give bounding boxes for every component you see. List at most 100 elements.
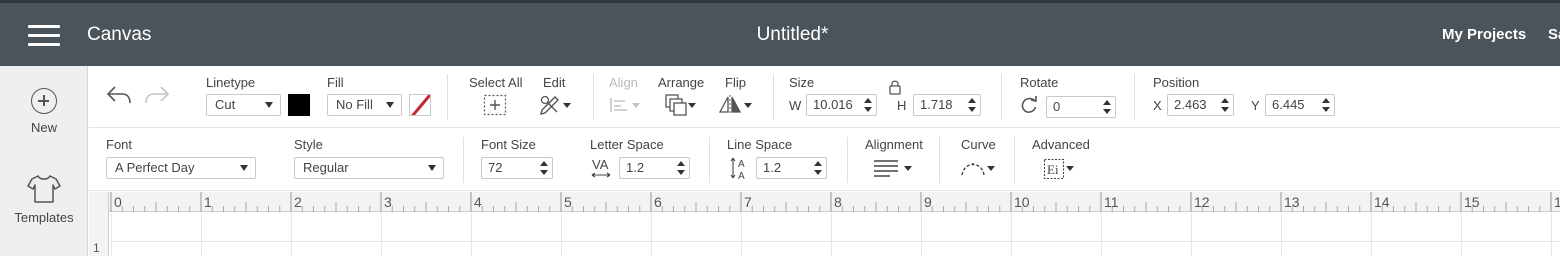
advanced-text-icon[interactable]: Ei bbox=[1043, 158, 1065, 180]
width-value: 10.016 bbox=[813, 97, 853, 112]
spinner-arrows-icon[interactable] bbox=[968, 98, 976, 112]
divider bbox=[1014, 137, 1015, 183]
x-position-input[interactable]: 2.463 bbox=[1167, 94, 1234, 116]
line-space-value: 1.2 bbox=[763, 160, 782, 175]
spinner-arrows-icon[interactable] bbox=[677, 161, 685, 175]
size-label: Size bbox=[789, 75, 815, 90]
width-input[interactable]: 10.016 bbox=[806, 94, 877, 116]
ruler-number: 11 bbox=[1104, 194, 1119, 210]
advanced-label: Advanced bbox=[1032, 137, 1090, 152]
lock-icon[interactable] bbox=[888, 79, 902, 95]
font-select[interactable]: A Perfect Day bbox=[106, 157, 256, 179]
save-button[interactable]: Save bbox=[1548, 26, 1560, 43]
font-size-input[interactable]: 72 bbox=[481, 157, 553, 179]
arrange-icon[interactable] bbox=[664, 93, 688, 117]
grid-line bbox=[111, 213, 112, 256]
ruler-number: 12 bbox=[1194, 194, 1210, 210]
letter-space-input[interactable]: 1.2 bbox=[619, 157, 690, 179]
divider bbox=[847, 137, 848, 183]
select-all-icon[interactable] bbox=[483, 94, 507, 116]
rotate-value: 0 bbox=[1053, 99, 1061, 114]
linetype-label: Linetype bbox=[206, 75, 256, 90]
divider bbox=[593, 74, 594, 120]
chevron-down-icon bbox=[428, 165, 436, 171]
position-label: Position bbox=[1153, 75, 1200, 90]
flip-icon[interactable] bbox=[718, 94, 742, 116]
chevron-down-icon bbox=[987, 166, 995, 171]
font-label: Font bbox=[106, 137, 133, 152]
chevron-down-icon bbox=[688, 103, 696, 108]
divider bbox=[1001, 74, 1002, 120]
ruler-number: 4 bbox=[474, 194, 482, 210]
ruler-number: 15 bbox=[1464, 194, 1480, 210]
line-space-icon: AA bbox=[730, 157, 745, 182]
horizontal-ruler: 0 1 2 3 4 5 6 7 8 9 10 11 12 13 14 15 1 bbox=[89, 192, 1560, 212]
chevron-down-icon bbox=[1066, 166, 1074, 171]
style-label: Style bbox=[294, 137, 323, 152]
spinner-arrows-icon[interactable] bbox=[814, 161, 822, 175]
linetype-color-swatch[interactable] bbox=[288, 94, 310, 116]
sidebar-item-templates[interactable]: Templates bbox=[0, 174, 88, 225]
divider bbox=[773, 74, 774, 120]
linetype-select[interactable]: Cut bbox=[206, 94, 281, 116]
ruler-number: 14 bbox=[1374, 194, 1390, 210]
ruler-number: 3 bbox=[384, 194, 392, 210]
style-value: Regular bbox=[303, 160, 349, 175]
chevron-down-icon bbox=[744, 103, 752, 108]
spinner-arrows-icon[interactable] bbox=[1103, 100, 1111, 114]
spinner-arrows-icon[interactable] bbox=[1322, 98, 1330, 112]
line-space-input[interactable]: 1.2 bbox=[756, 157, 827, 179]
grid-line bbox=[1101, 213, 1102, 256]
svg-text:A: A bbox=[738, 159, 745, 170]
grid-line bbox=[831, 213, 832, 256]
height-input[interactable]: 1.718 bbox=[913, 94, 981, 116]
height-prefix: H bbox=[897, 98, 907, 113]
vertical-ruler-number: 1 bbox=[93, 241, 100, 255]
grid-line bbox=[471, 213, 472, 256]
grid-line bbox=[1461, 213, 1462, 256]
fill-select[interactable]: No Fill bbox=[327, 94, 402, 116]
style-select[interactable]: Regular bbox=[294, 157, 444, 179]
undo-icon[interactable] bbox=[106, 84, 132, 106]
rotate-label: Rotate bbox=[1020, 75, 1059, 90]
ruler-number: 7 bbox=[744, 194, 752, 210]
divider bbox=[463, 137, 464, 183]
font-size-label: Font Size bbox=[481, 137, 536, 152]
document-title[interactable]: Untitled* bbox=[0, 24, 1560, 46]
svg-text:VA: VA bbox=[592, 157, 609, 172]
sidebar-item-label: Templates bbox=[14, 210, 74, 225]
edit-label: Edit bbox=[543, 75, 566, 90]
grid-line bbox=[921, 213, 922, 256]
select-all-label: Select All bbox=[469, 75, 523, 90]
spinner-arrows-icon[interactable] bbox=[864, 98, 872, 112]
curve-text-icon[interactable] bbox=[959, 157, 987, 179]
my-projects-button[interactable]: My Projects bbox=[1442, 26, 1526, 43]
chevron-down-icon bbox=[386, 102, 394, 108]
grid-line bbox=[1011, 213, 1012, 256]
design-canvas[interactable] bbox=[110, 213, 1560, 256]
spinner-arrows-icon[interactable] bbox=[540, 161, 548, 175]
svg-text:A: A bbox=[738, 171, 745, 182]
rotate-input[interactable]: 0 bbox=[1046, 96, 1116, 118]
align-icon bbox=[610, 98, 627, 112]
rotate-icon bbox=[1021, 96, 1037, 113]
no-fill-color-swatch[interactable] bbox=[409, 94, 431, 116]
text-align-icon[interactable] bbox=[873, 159, 899, 179]
spinner-arrows-icon[interactable] bbox=[1221, 98, 1229, 112]
curve-label: Curve bbox=[961, 137, 996, 152]
chevron-down-icon bbox=[904, 166, 912, 171]
sidebar-item-new[interactable]: New bbox=[0, 88, 88, 135]
x-position-value: 2.463 bbox=[1174, 97, 1207, 112]
y-position-input[interactable]: 6.445 bbox=[1265, 94, 1335, 116]
left-sidebar: New Templates bbox=[0, 66, 88, 256]
ruler-number: 5 bbox=[564, 194, 572, 210]
font-value: A Perfect Day bbox=[115, 160, 195, 175]
redo-icon[interactable] bbox=[144, 84, 170, 106]
grid-line bbox=[381, 213, 382, 256]
x-prefix: X bbox=[1153, 98, 1162, 113]
ruler-number: 13 bbox=[1284, 194, 1300, 210]
edit-tools-icon[interactable] bbox=[538, 93, 562, 117]
grid-line bbox=[561, 213, 562, 256]
text-toolbar: Font A Perfect Day Style Regular Font Si… bbox=[89, 129, 1560, 191]
y-position-value: 6.445 bbox=[1272, 97, 1305, 112]
